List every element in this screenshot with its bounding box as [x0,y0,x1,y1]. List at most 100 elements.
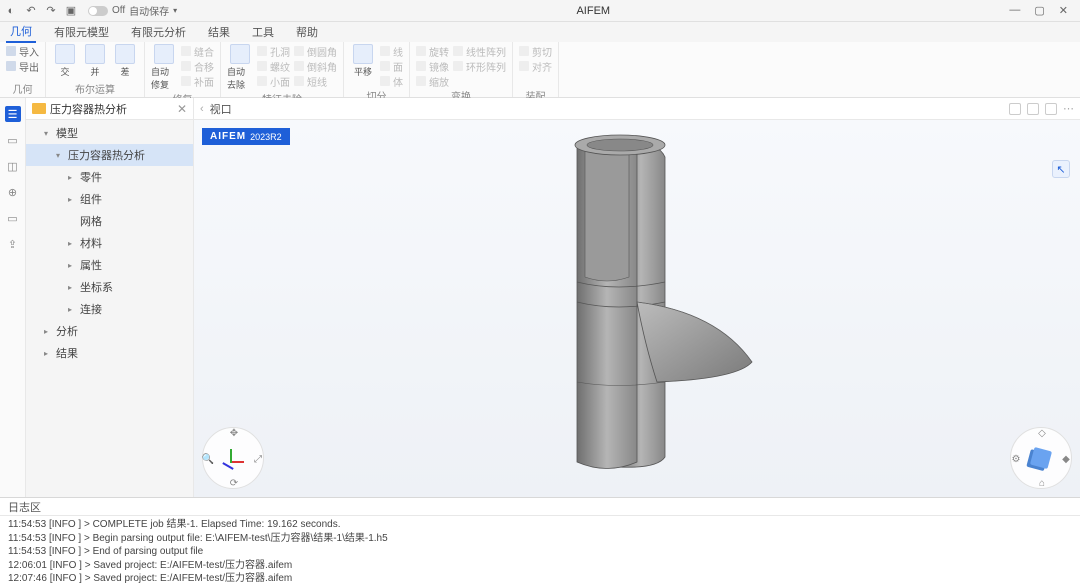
viewport-tab[interactable]: 视口 [210,101,232,117]
union-button[interactable]: 并 [82,44,108,78]
tab-geometry[interactable]: 几何 [6,21,36,43]
tree-item-model[interactable]: ▾模型 [26,122,193,144]
toggle-icon [88,6,108,16]
tree-item-coords[interactable]: ▸坐标系 [26,276,193,298]
split-body-button[interactable]: 体 [380,74,403,88]
ribbon-group-repair: 自动修复 缝合 合移 补面 修复 [145,42,221,97]
export-button[interactable]: 导出 [6,59,39,73]
tree-item-parts[interactable]: ▸零件 [26,166,193,188]
tree-item-materials[interactable]: ▸材料 [26,232,193,254]
log-line: 12:07:46 [INFO ] > Saved project: E:/AIF… [8,572,1072,586]
holes-button[interactable]: 孔洞 [257,44,290,58]
ribbon-group-geometry: 导入 导出 几何 [0,42,46,97]
tree-item-results[interactable]: ▸结果 [26,342,193,364]
viewport[interactable]: AIFEM2023R2 ↖ [194,120,1080,497]
iso-left-icon[interactable]: ⚙ [1009,452,1023,466]
side-layers-icon[interactable]: ◫ [5,158,21,174]
fill-face-button[interactable]: 补面 [181,74,214,88]
chamfer-button[interactable]: 倒斜角 [294,59,337,73]
redo-icon[interactable]: ↷ [44,4,58,18]
threads-button[interactable]: 螺纹 [257,59,290,73]
viewport-tabs: ‹ 视口 ⋯ [194,98,1080,120]
pan-icon[interactable]: ✥ [227,426,241,440]
folder-icon [32,103,46,114]
ribbon: 导入 导出 几何 交 并 差 布尔运算 自动修复 缝合 合移 补面 修复 自动去… [0,42,1080,98]
side-add-icon[interactable]: ⊕ [5,184,21,200]
tree-item-project[interactable]: ▾压力容器热分析 [26,144,193,166]
layout-quad-icon[interactable] [1045,103,1057,115]
layout-split-icon[interactable] [1027,103,1039,115]
intersect-button[interactable]: 交 [52,44,78,78]
save-icon[interactable]: ▣ [64,4,78,18]
undo-icon[interactable]: ↶ [24,4,38,18]
side-doc-icon[interactable]: ▭ [5,132,21,148]
ribbon-group-assembly: 剪切 对齐 装配 [513,42,559,97]
tree-item-analysis[interactable]: ▸分析 [26,320,193,342]
zoom-icon[interactable]: 🔍 [201,452,215,466]
rotate-button[interactable]: 旋转 [416,44,449,58]
tab-results[interactable]: 结果 [204,22,234,42]
rotate-icon[interactable]: ⟳ [227,476,241,490]
tree-panel: 压力容器热分析 ✕ ▾模型 ▾压力容器热分析 ▸零件 ▸组件 网格 ▸材料 ▸属… [26,98,194,497]
side-export-icon[interactable]: ⇪ [5,236,21,252]
subtract-button[interactable]: 差 [112,44,138,78]
tab-tools[interactable]: 工具 [248,22,278,42]
mirror-button[interactable]: 镜像 [416,59,449,73]
app-title: AIFEM [177,5,1009,17]
autosave-toggle[interactable]: Off 自动保存 ▾ [88,3,177,18]
minimize-icon[interactable]: — [1009,4,1020,17]
cut-button[interactable]: 剪切 [519,44,552,58]
split-line-button[interactable]: 线 [380,44,403,58]
log-line: 11:54:53 [INFO ] > Begin parsing output … [8,532,1072,546]
panel-close-icon[interactable]: ✕ [177,102,187,116]
linear-pattern-button[interactable]: 线性阵列 [453,44,506,58]
stitch-button[interactable]: 缝合 [181,44,214,58]
ribbon-group-boolean: 交 并 差 布尔运算 [46,42,145,97]
tree-header: 压力容器热分析 ✕ [26,98,193,120]
maximize-icon[interactable]: ▢ [1034,4,1044,17]
scale-button[interactable]: 缩放 [416,74,449,88]
iso-top-icon[interactable]: ◇ [1035,426,1049,440]
ribbon-group-split: 平移 线 面 体 切分 [344,42,410,97]
close-icon[interactable]: ✕ [1059,4,1068,17]
merge-button[interactable]: 合移 [181,59,214,73]
log-panel: 日志区 11:54:53 [INFO ] > COMPLETE job 结果-1… [0,497,1080,587]
import-button[interactable]: 导入 [6,44,39,58]
tab-fem-model[interactable]: 有限元模型 [50,22,113,42]
viewcube-icon [1030,447,1052,469]
tree-item-mesh[interactable]: 网格 [26,210,193,232]
align-button[interactable]: 对齐 [519,59,552,73]
tab-help[interactable]: 帮助 [292,22,322,42]
small-faces-button[interactable]: 小面 [257,74,290,88]
log-body[interactable]: 11:54:53 [INFO ] > COMPLETE job 结果-1. El… [0,516,1080,587]
tree-item-connections[interactable]: ▸连接 [26,298,193,320]
auto-repair-button[interactable]: 自动修复 [151,44,177,91]
translate-button[interactable]: 平移 [350,44,376,78]
geometry-model[interactable] [507,127,767,477]
fit-icon[interactable]: ⤢ [251,452,265,466]
side-tree-icon[interactable]: ☰ [5,106,21,122]
tab-fem-analysis[interactable]: 有限元分析 [127,22,190,42]
circular-pattern-button[interactable]: 环形阵列 [453,59,506,73]
chevron-left-icon[interactable]: ‹ [200,103,204,115]
viewcube-nav[interactable]: ◇ ◆ ⌂ ⚙ [1010,427,1072,489]
iso-right-icon[interactable]: ◆ [1059,452,1073,466]
side-folder-icon[interactable]: ▭ [5,210,21,226]
viewport-more-icon[interactable]: ⋯ [1063,102,1074,115]
menu-bar: 几何 有限元模型 有限元分析 结果 工具 帮助 [0,22,1080,42]
home-view-icon[interactable]: ⌂ [1035,476,1049,490]
split-face-button[interactable]: 面 [380,59,403,73]
triad-nav[interactable]: ✥ ⤢ ⟳ 🔍 [202,427,264,489]
fillet-button[interactable]: 倒圆角 [294,44,337,58]
tree: ▾模型 ▾压力容器热分析 ▸零件 ▸组件 网格 ▸材料 ▸属性 ▸坐标系 ▸连接… [26,120,193,366]
tree-item-components[interactable]: ▸组件 [26,188,193,210]
log-line: 11:54:53 [INFO ] > End of parsing output… [8,545,1072,559]
title-bar: ◐ ↶ ↷ ▣ Off 自动保存 ▾ AIFEM — ▢ ✕ [0,0,1080,22]
short-edge-button[interactable]: 短线 [294,74,337,88]
tree-item-properties[interactable]: ▸属性 [26,254,193,276]
select-mode-icon[interactable]: ↖ [1052,160,1070,178]
app-icon: ◐ [4,4,18,18]
auto-defeature-button[interactable]: 自动去除 [227,44,253,91]
layout-single-icon[interactable] [1009,103,1021,115]
triad-icon [222,447,244,469]
